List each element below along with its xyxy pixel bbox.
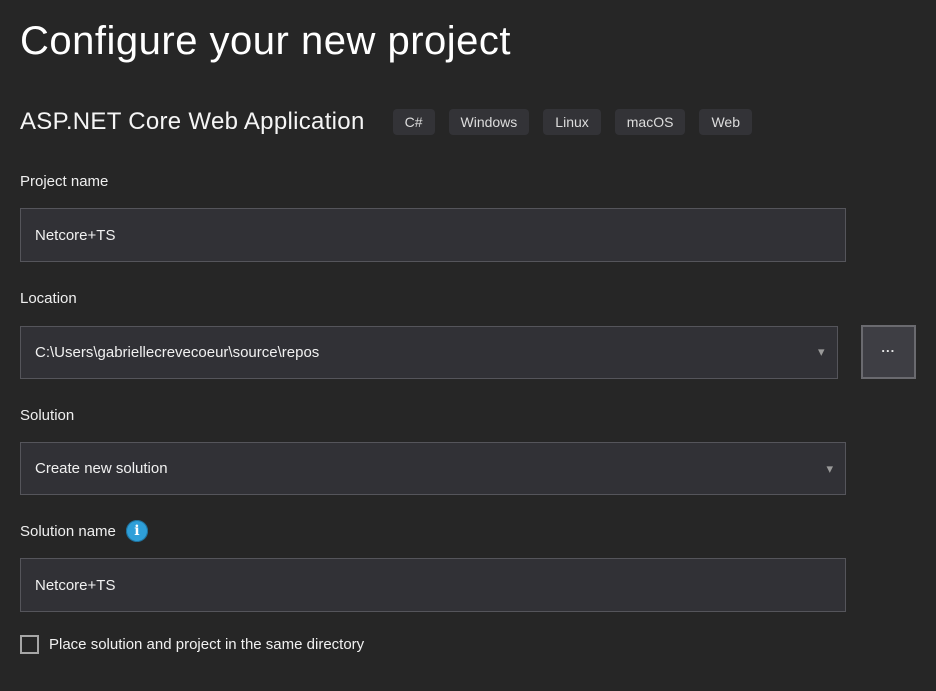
same-directory-label: Place solution and project in the same d… bbox=[49, 636, 364, 653]
solution-name-input[interactable] bbox=[20, 558, 846, 612]
tag-macos: macOS bbox=[615, 109, 686, 135]
location-label: Location bbox=[20, 287, 916, 309]
solution-value: Create new solution bbox=[35, 460, 168, 477]
location-row: C:\Users\gabriellecrevecoeur\source\repo… bbox=[20, 325, 916, 379]
solution-row: Create new solution ▾ bbox=[20, 442, 916, 495]
tag-csharp: C# bbox=[393, 109, 435, 135]
tag-web: Web bbox=[699, 109, 752, 135]
tag-linux: Linux bbox=[543, 109, 600, 135]
info-icon[interactable]: i bbox=[126, 520, 148, 542]
solution-label: Solution bbox=[20, 404, 916, 426]
same-directory-row: Place solution and project in the same d… bbox=[20, 635, 916, 654]
template-name: ASP.NET Core Web Application bbox=[20, 108, 365, 136]
solution-name-label: Solution name bbox=[20, 523, 116, 540]
configure-project-dialog: Configure your new project ASP.NET Core … bbox=[0, 0, 936, 691]
template-row: ASP.NET Core Web Application C# Windows … bbox=[20, 108, 916, 136]
project-name-input[interactable] bbox=[20, 208, 846, 262]
project-name-label: Project name bbox=[20, 170, 916, 192]
chevron-down-icon[interactable]: ▾ bbox=[818, 345, 825, 358]
location-combobox[interactable]: C:\Users\gabriellecrevecoeur\source\repo… bbox=[20, 326, 838, 379]
chevron-down-icon[interactable]: ▾ bbox=[826, 461, 833, 474]
solution-name-label-row: Solution name i bbox=[20, 520, 916, 542]
browse-button[interactable]: ... bbox=[861, 325, 916, 379]
template-tags: C# Windows Linux macOS Web bbox=[393, 109, 752, 135]
solution-combobox[interactable]: Create new solution ▾ bbox=[20, 442, 846, 495]
tag-windows: Windows bbox=[449, 109, 530, 135]
page-title: Configure your new project bbox=[20, 14, 916, 68]
location-value: C:\Users\gabriellecrevecoeur\source\repo… bbox=[35, 344, 319, 361]
same-directory-checkbox[interactable] bbox=[20, 635, 39, 654]
